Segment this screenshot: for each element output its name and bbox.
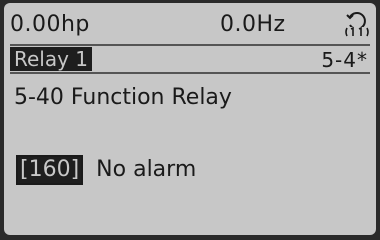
power-readout: 0.00hp <box>10 12 90 37</box>
parameter-value-text: No alarm <box>96 157 197 182</box>
parameter-value-row[interactable]: [160] No alarm <box>16 155 196 185</box>
menu-title: Relay 1 <box>10 47 93 71</box>
parameter-value-code[interactable]: [160] <box>16 155 84 185</box>
menu-code: 5-4* <box>321 48 368 72</box>
menu-header-bar: Relay 1 5-4* <box>10 44 370 74</box>
parameter-title: 5-40 Function Relay <box>14 85 232 110</box>
status-row: 0.00hp 0.0Hz <box>4 3 376 43</box>
frequency-readout: 0.0Hz <box>220 12 286 37</box>
lcd-screen: 0.00hp 0.0Hz Relay 1 5-4* 5-40 Function … <box>4 3 376 235</box>
display-bezel: 0.00hp 0.0Hz Relay 1 5-4* 5-40 Function … <box>0 0 380 240</box>
setup-1-icon <box>342 9 372 39</box>
